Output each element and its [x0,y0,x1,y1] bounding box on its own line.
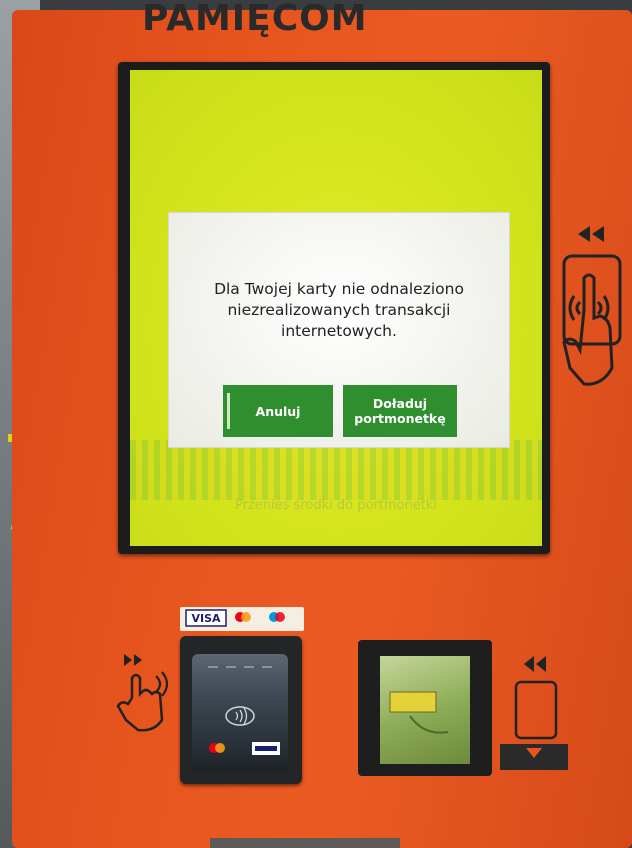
topup-button-label: Doładuj portmonetkę [354,396,446,426]
topup-wallet-button[interactable]: Doładuj portmonetkę [343,385,457,437]
reader-face [192,654,288,772]
card-insert-icon [500,656,568,770]
background-option-text: Przenieś środki do portmonetki [235,498,437,513]
contactless-icon [225,706,255,726]
visa-sticker-text: VISA [191,612,221,625]
focus-bar [227,393,230,429]
cancel-button-label: Anuluj [255,403,301,419]
contactless-card-reader[interactable] [180,636,302,784]
visa-logo [252,742,280,755]
hand-left-icon [116,654,169,732]
screen-moire [130,440,542,500]
info-dialog: Dla Twojej karty nie odnaleziono niezrea… [168,212,510,448]
cancel-button[interactable]: Anuluj [223,385,333,437]
bottom-slot [210,838,400,848]
dialog-message: Dla Twojej karty nie odnaleziono niezrea… [214,280,464,340]
kiosk-brand-text: PAMIĘCOM [142,0,368,39]
mastercard-logo [209,743,225,753]
status-leds [208,666,272,668]
inserted-card [380,656,470,764]
payment-logos-sticker: VISA [180,607,304,631]
card-tap-icon [562,226,622,386]
card-slot[interactable] [358,640,492,776]
